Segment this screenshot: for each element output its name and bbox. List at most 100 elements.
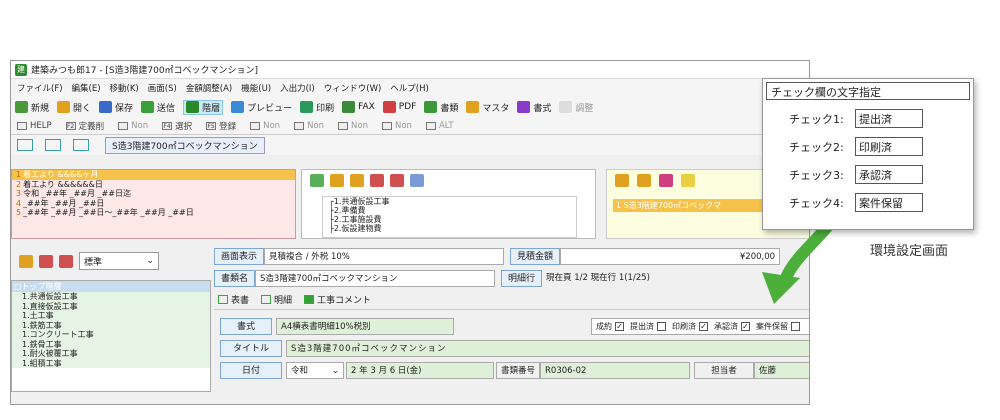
checkbox[interactable] bbox=[791, 321, 800, 331]
menu-amount-adjust[interactable]: 金額調整(A) bbox=[186, 82, 232, 94]
fkey-non-4[interactable]: Non bbox=[338, 121, 368, 131]
format-label[interactable]: 書式 bbox=[220, 317, 272, 335]
menu-function[interactable]: 機能(U) bbox=[241, 82, 271, 94]
title-field[interactable]: S造3階建700㎡コベックマンション bbox=[286, 339, 809, 357]
fax-button[interactable]: FAX bbox=[342, 101, 375, 113]
check-1-input[interactable]: 提出済 bbox=[855, 109, 923, 128]
paste-icon[interactable] bbox=[390, 174, 404, 187]
list-item[interactable]: 4 _##年 _##月 _##日 bbox=[12, 199, 295, 209]
list-item[interactable]: 1.組積工事 bbox=[12, 358, 210, 368]
check-2-input[interactable]: 印刷済 bbox=[855, 137, 923, 156]
adjust-button[interactable]: 調整 bbox=[559, 101, 593, 114]
fkey-select[interactable]: F4 選択 bbox=[162, 120, 192, 132]
tree-item[interactable]: ├2.仮設建物費 bbox=[329, 224, 576, 233]
checkbox[interactable]: ✓ bbox=[615, 321, 624, 331]
fkey-define-delete[interactable]: F2 定義削 bbox=[65, 120, 104, 132]
person-field[interactable]: 佐藤 bbox=[754, 361, 809, 379]
list-item[interactable]: 1.耐火被覆工事 bbox=[12, 349, 210, 359]
docname-field[interactable]: S造3階建700㎡コベックマンション bbox=[255, 269, 496, 287]
new-button[interactable]: 新規 bbox=[15, 101, 49, 114]
fkey-non-1[interactable]: Non bbox=[118, 121, 148, 131]
link-icon[interactable] bbox=[410, 174, 424, 187]
save-button[interactable]: 保存 bbox=[99, 101, 133, 114]
export-icon[interactable] bbox=[615, 174, 629, 187]
title-label[interactable]: タイトル bbox=[220, 339, 282, 357]
up-icon[interactable] bbox=[330, 174, 344, 187]
list-item[interactable]: 1.鉄骨工事 bbox=[12, 339, 210, 349]
check-contract[interactable]: 成約 ✓ bbox=[596, 321, 624, 332]
tree-item[interactable]: ├2.工事施設費 bbox=[329, 215, 576, 224]
tab-cover[interactable]: 表書 bbox=[218, 293, 249, 306]
fkey-register[interactable]: F5 登録 bbox=[206, 120, 236, 132]
format-field[interactable]: A4横表書明細10%税別 bbox=[276, 317, 454, 335]
category-list[interactable]: □トップ階層 1.共通仮設工事 1.直接仮設工事 1.土工事 1.鉄筋工事 1.… bbox=[11, 280, 211, 392]
documents-button[interactable]: 書類 bbox=[424, 101, 458, 114]
menu-edit[interactable]: 編集(E) bbox=[72, 82, 101, 94]
import-icon[interactable] bbox=[637, 174, 651, 187]
menu-move[interactable]: 移動(K) bbox=[110, 82, 139, 94]
check-3-input[interactable]: 承認済 bbox=[855, 165, 923, 184]
menu-file[interactable]: ファイル(F) bbox=[17, 82, 63, 94]
fkey-alt[interactable]: ALT bbox=[425, 121, 454, 131]
era-select[interactable]: 令和 ⌄ bbox=[286, 361, 344, 379]
tri-view-icon[interactable] bbox=[73, 139, 89, 151]
tab-details[interactable]: 明細 bbox=[261, 293, 292, 306]
list-item[interactable]: 1 着工より &&&&ヶ月 bbox=[12, 170, 295, 180]
copy-icon[interactable] bbox=[39, 254, 53, 268]
docno-field[interactable]: R0306-02 bbox=[540, 361, 691, 379]
list-item[interactable]: 1.直接仮設工事 bbox=[12, 301, 210, 311]
date-field[interactable]: 2 年 3 月 6 日(金) bbox=[346, 361, 494, 379]
preview-button[interactable]: プレビュー bbox=[231, 101, 292, 114]
menu-io[interactable]: 入出力(I) bbox=[280, 82, 315, 94]
hierarchy-tree[interactable]: ┌1.共通仮設工事 ├2.準備費 ├2.工事施設費 ├2.仮設建物費 bbox=[322, 196, 577, 238]
date-label[interactable]: 日付 bbox=[220, 361, 282, 379]
list-item[interactable]: 2 着工より &&&&&&日 bbox=[12, 180, 295, 190]
single-view-icon[interactable] bbox=[17, 139, 33, 151]
document-tab[interactable]: S造3階建700㎡コベックマンション bbox=[105, 136, 265, 154]
mode-select[interactable]: 標準 ⌄ bbox=[79, 252, 159, 270]
menu-help[interactable]: ヘルプ(H) bbox=[390, 82, 429, 94]
list-item[interactable]: 1.コンクリート工事 bbox=[12, 330, 210, 340]
tab-comment[interactable]: 工事コメント bbox=[304, 293, 371, 306]
bulb-icon[interactable] bbox=[681, 174, 695, 187]
refresh-icon[interactable] bbox=[350, 174, 364, 187]
hierarchy-button[interactable]: 階層 bbox=[183, 99, 224, 115]
check-printed[interactable]: 印刷済 ✓ bbox=[672, 321, 708, 332]
reload-icon[interactable] bbox=[19, 254, 33, 268]
list-item[interactable]: 1.土工事 bbox=[12, 311, 210, 321]
checkbox[interactable]: ✓ bbox=[699, 321, 708, 331]
checkbox[interactable] bbox=[657, 321, 666, 331]
pdf-button[interactable]: PDF bbox=[382, 101, 416, 113]
line-number: 2 bbox=[16, 179, 22, 189]
master-button[interactable]: マスタ bbox=[466, 101, 509, 114]
fkey-help[interactable]: HELP bbox=[17, 121, 52, 131]
fkey-label: Non bbox=[263, 120, 281, 131]
copy-icon[interactable] bbox=[370, 174, 384, 187]
tree-item[interactable]: ┌1.共通仮設工事 bbox=[329, 197, 576, 206]
tree-item[interactable]: ├2.準備費 bbox=[329, 206, 576, 215]
menu-window[interactable]: ウィンドウ(W) bbox=[324, 82, 382, 94]
screen-label[interactable]: 画面表示 bbox=[214, 247, 265, 265]
menu-screen[interactable]: 画面(S) bbox=[148, 82, 177, 94]
add-icon[interactable] bbox=[310, 174, 324, 187]
fkey-non-3[interactable]: Non bbox=[294, 121, 324, 131]
fkey-box bbox=[338, 121, 349, 130]
print-button[interactable]: 印刷 bbox=[300, 101, 334, 114]
check-submitted[interactable]: 提出済 bbox=[630, 321, 666, 332]
split-view-icon[interactable] bbox=[45, 139, 61, 151]
check-on-hold[interactable]: 案件保留 bbox=[756, 321, 800, 332]
check-approved[interactable]: 承認済 ✓ bbox=[714, 321, 750, 332]
check-4-input[interactable]: 案件保留 bbox=[855, 193, 923, 212]
list-item[interactable]: 5 _##年 _##月 _##日～_##年 _##月 _##日 bbox=[12, 208, 295, 218]
list-item[interactable]: 1.鉄筋工事 bbox=[12, 320, 210, 330]
send-button[interactable]: 送信 bbox=[141, 101, 175, 114]
check-icon[interactable] bbox=[659, 174, 673, 187]
fkey-non-5[interactable]: Non bbox=[381, 121, 412, 131]
checkbox[interactable]: ✓ bbox=[741, 321, 750, 331]
fkey-non-2[interactable]: Non bbox=[250, 121, 280, 131]
list-item[interactable]: 3 令和 _##年 _##月 _##日迄 bbox=[12, 189, 295, 199]
open-button[interactable]: 開く bbox=[57, 101, 91, 114]
paste-icon[interactable] bbox=[59, 254, 73, 268]
format-button[interactable]: 書式 bbox=[517, 101, 551, 114]
list-item[interactable]: 1.共通仮設工事 bbox=[12, 292, 210, 302]
